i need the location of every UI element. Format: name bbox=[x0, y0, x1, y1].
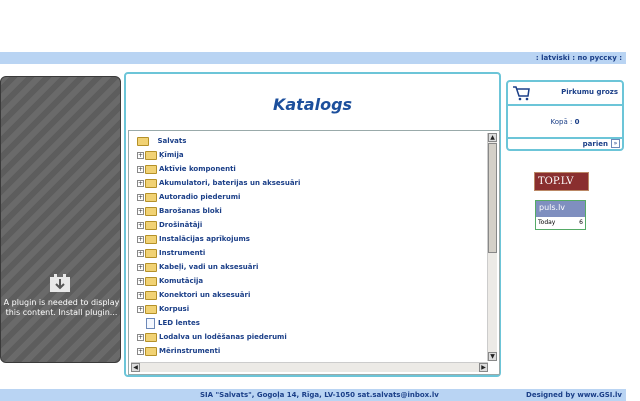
puls-count: 6 bbox=[579, 219, 583, 226]
cart-total-value: 0 bbox=[574, 118, 580, 126]
tree-item[interactable]: + Lodalva un lodēšanas piederumi bbox=[137, 331, 287, 343]
folder-icon bbox=[145, 178, 157, 188]
scroll-down-icon[interactable]: ▼ bbox=[488, 352, 497, 361]
folder-icon bbox=[145, 332, 157, 342]
scroll-up-icon[interactable]: ▲ bbox=[488, 133, 497, 142]
tree-item-label: Mērinstrumenti bbox=[159, 347, 221, 355]
tree-item[interactable]: + Drošinātāji bbox=[137, 219, 202, 231]
expand-icon[interactable]: + bbox=[137, 249, 144, 257]
expand-icon[interactable]: + bbox=[137, 179, 144, 187]
folder-icon bbox=[145, 304, 157, 314]
puls-lv-header: puls.lv bbox=[536, 201, 585, 217]
folder-icon bbox=[145, 262, 157, 272]
plugin-download-icon bbox=[50, 274, 70, 292]
plugin-placeholder[interactable]: A plugin is needed to display this conte… bbox=[0, 76, 121, 363]
tree-item[interactable]: + Akumulatori, baterijas un aksesuāri bbox=[137, 177, 300, 189]
scroll-thumb[interactable] bbox=[488, 143, 497, 253]
tree-item[interactable]: + Instalācijas aprīkojums bbox=[137, 233, 250, 245]
expand-icon[interactable]: + bbox=[137, 235, 144, 243]
tree-item-label: Drošinātāji bbox=[159, 221, 203, 229]
catalog-panel: Katalogs Salvats + Ķīmija + Aktīvie kompon… bbox=[124, 72, 501, 377]
cart-total: Kopā : 0 bbox=[508, 118, 622, 126]
tree-item[interactable]: LED lentes bbox=[146, 317, 200, 329]
cart-footer: parien » bbox=[508, 137, 622, 151]
vertical-scrollbar[interactable]: ▲ ▼ bbox=[487, 133, 497, 361]
tree-item[interactable]: + Barošanas bloki bbox=[137, 205, 222, 217]
expand-icon[interactable]: + bbox=[137, 291, 144, 299]
tree-item-label: Konektori un aksesuāri bbox=[159, 291, 251, 299]
tree-item-label: Aktīvie komponenti bbox=[159, 165, 236, 173]
tree-item-label: Kabeļi, vadi un aksesuāri bbox=[159, 263, 259, 271]
tree-item-label: Akumulatori, baterijas un aksesuāri bbox=[159, 179, 301, 187]
tree-item-label: Ķīmija bbox=[159, 151, 184, 159]
tree-item-label: LED lentes bbox=[158, 319, 200, 327]
tree-item-label: Instrumenti bbox=[159, 249, 206, 257]
top-lv-badge[interactable]: TOP.LV bbox=[534, 172, 589, 191]
catalog-title: Katalogs bbox=[272, 95, 353, 114]
footer-address: SIA "Salvats", Gogoļa 14, Rīga, LV-1050 … bbox=[200, 391, 439, 399]
folder-icon bbox=[145, 150, 157, 160]
tree-item[interactable]: + Kabeļi, vadi un aksesuāri bbox=[137, 261, 258, 273]
tree-item[interactable]: + Mērinstrumenti bbox=[137, 345, 220, 357]
double-arrow-icon[interactable]: » bbox=[611, 139, 620, 148]
puls-lv-badge[interactable]: puls.lv Today 6 bbox=[535, 200, 586, 230]
tree-item-label: Autoradio piederumi bbox=[159, 193, 241, 201]
tree-item[interactable]: + Ķīmija bbox=[137, 149, 184, 161]
puls-day-label: Today bbox=[538, 219, 556, 226]
top-lv-label: TOP.LV bbox=[538, 176, 574, 187]
expand-icon[interactable]: + bbox=[137, 207, 144, 215]
expand-icon[interactable]: + bbox=[137, 347, 144, 355]
expand-icon[interactable]: + bbox=[137, 277, 144, 285]
page-icon bbox=[146, 317, 155, 329]
folder-icon bbox=[145, 290, 157, 300]
horizontal-scrollbar[interactable]: ◀ ▶ bbox=[131, 362, 488, 372]
tree-item-label: Instalācijas aprīkojums bbox=[159, 235, 250, 243]
cart-total-label: Kopā : bbox=[550, 118, 573, 126]
tree-root[interactable]: Salvats bbox=[137, 135, 186, 147]
puls-lv-label: puls.lv bbox=[539, 203, 566, 212]
expand-icon[interactable]: + bbox=[137, 193, 144, 201]
folder-icon bbox=[145, 248, 157, 258]
footer-bar: SIA "Salvats", Gogoļa 14, Rīga, LV-1050 … bbox=[0, 389, 626, 401]
expand-icon[interactable]: + bbox=[137, 333, 144, 341]
expand-icon[interactable]: + bbox=[137, 151, 144, 159]
folder-icon bbox=[145, 206, 157, 216]
tree-item-label: Korpusi bbox=[159, 305, 190, 313]
folder-icon bbox=[145, 276, 157, 286]
expand-icon[interactable]: + bbox=[137, 263, 144, 271]
cart-more-link[interactable]: parien bbox=[583, 140, 608, 148]
tree-item[interactable]: + Korpusi bbox=[137, 303, 189, 315]
tree-item[interactable]: + Komutācija bbox=[137, 275, 203, 287]
language-switcher[interactable]: : latviski : по русску : bbox=[536, 52, 622, 64]
folder-icon bbox=[145, 234, 157, 244]
scroll-left-icon[interactable]: ◀ bbox=[131, 363, 140, 372]
plugin-message: A plugin is needed to display this conte… bbox=[3, 298, 120, 317]
tree-item[interactable]: + Aktīvie komponenti bbox=[137, 163, 236, 175]
designed-by-link[interactable]: Designed by www.GSI.lv bbox=[526, 389, 622, 401]
folder-icon bbox=[145, 164, 157, 174]
tree-item[interactable]: + Autoradio piederumi bbox=[137, 191, 240, 203]
folder-icon bbox=[145, 220, 157, 230]
folder-icon bbox=[137, 136, 149, 146]
top-bar: : latviski : по русску : bbox=[0, 52, 626, 64]
tree-item[interactable]: + Konektori un aksesuāri bbox=[137, 289, 250, 301]
expand-icon[interactable]: + bbox=[137, 165, 144, 173]
catalog-tree-box: Salvats + Ķīmija + Aktīvie komponenti + Aku… bbox=[128, 130, 500, 375]
expand-icon[interactable]: + bbox=[137, 221, 144, 229]
expand-icon[interactable]: + bbox=[137, 305, 144, 313]
tree-root-label: Salvats bbox=[157, 137, 187, 145]
tree-item-label: Lodalva un lodēšanas piederumi bbox=[159, 333, 287, 341]
tree-item[interactable]: + Instrumenti bbox=[137, 247, 205, 259]
catalog-tree: Salvats + Ķīmija + Aktīvie komponenti + Aku… bbox=[133, 133, 488, 363]
tree-item-label: Barošanas bloki bbox=[159, 207, 222, 215]
cart-icon bbox=[513, 86, 530, 101]
tree-item-label: Komutācija bbox=[159, 277, 204, 285]
shopping-cart-panel: Pirkumu grozs Kopā : 0 parien » bbox=[506, 80, 624, 151]
folder-icon bbox=[145, 192, 157, 202]
cart-title: Pirkumu grozs bbox=[561, 88, 618, 96]
cart-header: Pirkumu grozs bbox=[508, 82, 622, 106]
scroll-right-icon[interactable]: ▶ bbox=[479, 363, 488, 372]
folder-icon bbox=[145, 346, 157, 356]
